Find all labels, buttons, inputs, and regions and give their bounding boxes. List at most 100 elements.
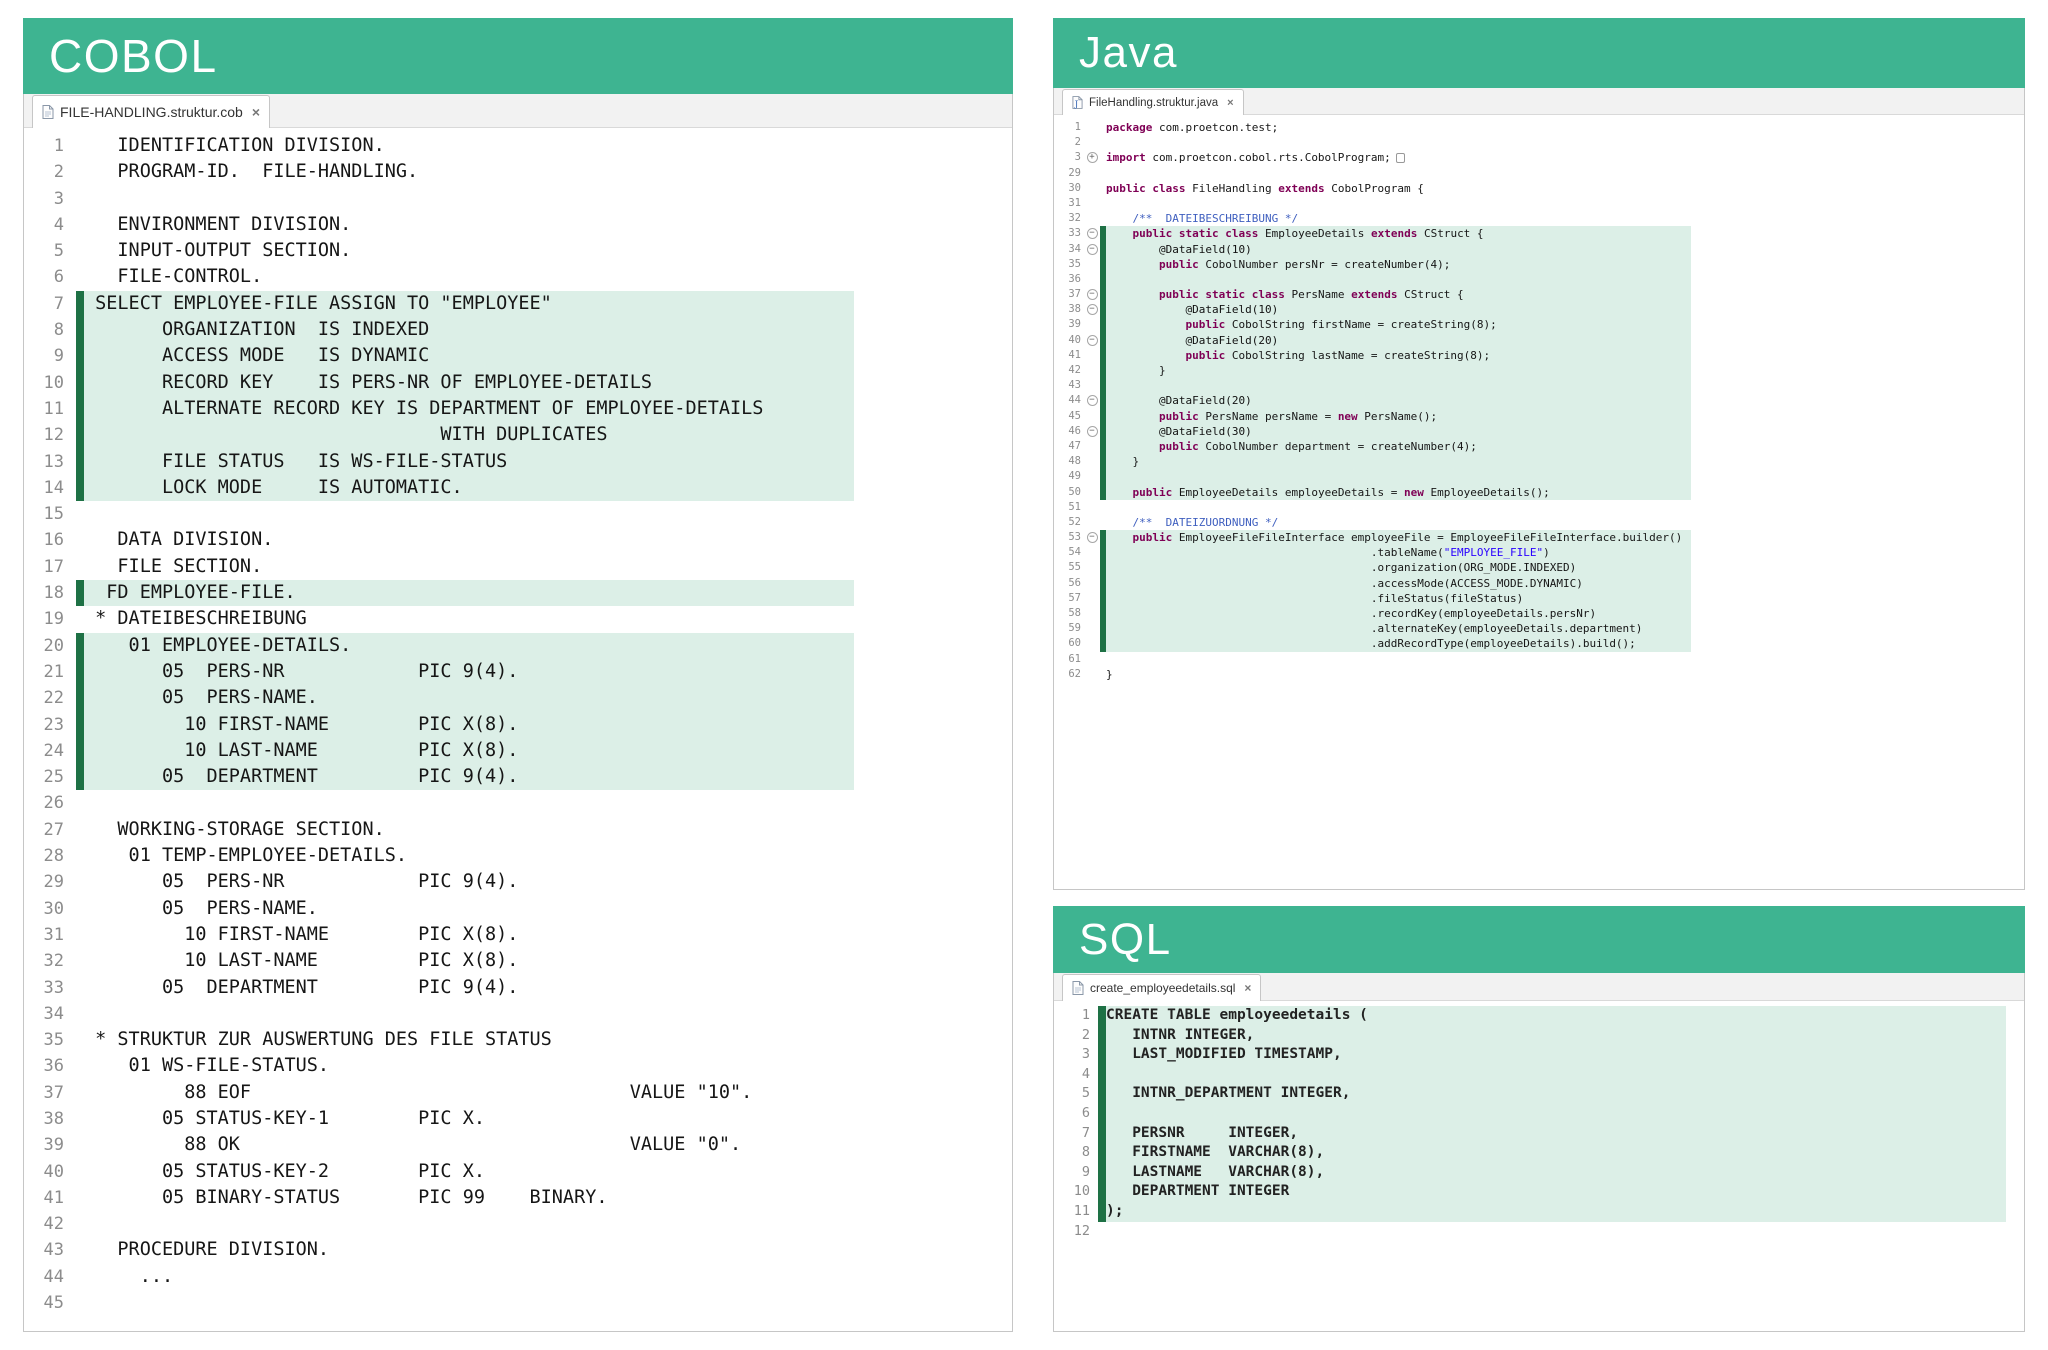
code-text: 05 PERS-NR PIC 9(4). — [84, 869, 518, 895]
code-text: .alternateKey(employeeDetails.department… — [1106, 621, 1691, 636]
code-text: PERSNR INTEGER, — [1106, 1124, 2006, 1144]
code-line: 3 — [24, 186, 1012, 212]
line-number: 50 — [1054, 485, 1084, 500]
line-number: 45 — [24, 1290, 76, 1316]
highlight-bar — [1100, 500, 1106, 515]
code-text: 88 OK VALUE "0". — [84, 1132, 741, 1158]
code-text: CREATE TABLE employeedetails ( — [1106, 1006, 2006, 1026]
cobol-editor-window: FILE-HANDLING.struktur.cob × 1 IDENTIFIC… — [23, 94, 1013, 1332]
fold-margin — [1084, 120, 1100, 135]
code-line: 23 10 FIRST-NAME PIC X(8). — [24, 712, 1012, 738]
code-line: 6 — [1054, 1104, 2024, 1124]
fold-margin — [1084, 469, 1100, 484]
line-number: 1 — [1054, 120, 1084, 135]
code-text: ENVIRONMENT DIVISION. — [84, 212, 351, 238]
cobol-tab-label: FILE-HANDLING.struktur.cob — [60, 104, 243, 120]
code-text: LOCK MODE IS AUTOMATIC. — [84, 475, 854, 501]
code-text: PROGRAM-ID. FILE-HANDLING. — [84, 159, 418, 185]
cobol-code-editor[interactable]: 1 IDENTIFICATION DIVISION.2 PROGRAM-ID. … — [24, 128, 1012, 1331]
fold-margin — [1084, 621, 1100, 636]
fold-expanded-icon[interactable]: − — [1087, 426, 1098, 437]
highlight-bar — [76, 659, 84, 685]
code-line: 16 DATA DIVISION. — [24, 527, 1012, 553]
code-text: 05 STATUS-KEY-1 PIC X. — [84, 1106, 485, 1132]
java-editor-tab[interactable]: J FileHandling.struktur.java × — [1062, 89, 1244, 115]
fold-margin — [1084, 378, 1100, 393]
java-code-editor[interactable]: 1package com.proetcon.test;23+import com… — [1054, 115, 2024, 889]
line-number: 31 — [24, 922, 76, 948]
close-icon[interactable]: × — [1227, 97, 1233, 109]
code-line: 51 — [1054, 500, 2024, 515]
highlight-bar — [76, 475, 84, 501]
line-number: 42 — [1054, 363, 1084, 378]
code-line: 33 05 DEPARTMENT PIC 9(4). — [24, 975, 1012, 1001]
sql-code-editor[interactable]: 1CREATE TABLE employeedetails (2 INTNR I… — [1054, 1001, 2024, 1331]
fold-expanded-icon[interactable]: − — [1087, 304, 1098, 315]
line-number: 8 — [1054, 1143, 1098, 1163]
java-panel-title: Java — [1079, 28, 1178, 78]
highlight-bar — [76, 501, 84, 527]
code-line: 41 public CobolString lastName = createS… — [1054, 348, 2024, 363]
fold-margin — [1084, 545, 1100, 560]
code-text: FD EMPLOYEE-FILE. — [84, 580, 854, 606]
line-number: 43 — [24, 1237, 76, 1263]
code-line: 35 * STRUKTUR ZUR AUSWERTUNG DES FILE ST… — [24, 1027, 1012, 1053]
fold-expanded-icon[interactable]: − — [1087, 289, 1098, 300]
code-line: 9 LASTNAME VARCHAR(8), — [1054, 1163, 2024, 1183]
line-number: 58 — [1054, 606, 1084, 621]
line-number: 34 — [24, 1001, 76, 1027]
cobol-editor-tab[interactable]: FILE-HANDLING.struktur.cob × — [32, 95, 270, 128]
line-number: 46 — [1054, 424, 1084, 439]
code-text: public PersName persName = new PersName(… — [1106, 409, 1691, 424]
code-line: 50 public EmployeeDetails employeeDetail… — [1054, 485, 2024, 500]
line-number: 32 — [24, 948, 76, 974]
line-number: 15 — [24, 501, 76, 527]
code-text: * DATEIBESCHREIBUNG — [84, 606, 307, 632]
highlight-bar — [76, 317, 84, 343]
code-line: 19 * DATEIBESCHREIBUNG — [24, 606, 1012, 632]
code-text: DATA DIVISION. — [84, 527, 273, 553]
fold-expanded-icon[interactable]: − — [1087, 395, 1098, 406]
fold-margin — [1084, 636, 1100, 651]
cobol-panel-title: COBOL — [49, 29, 218, 83]
close-icon[interactable]: × — [1244, 981, 1251, 995]
code-line: 26 — [24, 790, 1012, 816]
line-number: 49 — [1054, 469, 1084, 484]
line-number: 18 — [24, 580, 76, 606]
folded-region-icon[interactable] — [1396, 153, 1405, 163]
fold-collapsed-icon[interactable]: + — [1087, 152, 1098, 163]
code-text: public class FileHandling extends CobolP… — [1106, 181, 1424, 196]
fold-margin — [1084, 166, 1100, 181]
line-number: 3 — [1054, 1045, 1098, 1065]
fold-expanded-icon[interactable]: − — [1087, 244, 1098, 255]
fold-margin — [1084, 500, 1100, 515]
code-line: 7 PERSNR INTEGER, — [1054, 1124, 2024, 1144]
code-line: 20 01 EMPLOYEE-DETAILS. — [24, 633, 1012, 659]
fold-expanded-icon[interactable]: − — [1087, 335, 1098, 346]
fold-margin — [1084, 591, 1100, 606]
code-text: @DataField(10) — [1106, 302, 1691, 317]
highlight-bar — [76, 422, 84, 448]
code-text: ORGANIZATION IS INDEXED — [84, 317, 854, 343]
code-line: 14 LOCK MODE IS AUTOMATIC. — [24, 475, 1012, 501]
fold-margin — [1084, 515, 1100, 530]
line-number: 1 — [1054, 1006, 1098, 1026]
fold-expanded-icon[interactable]: − — [1087, 532, 1098, 543]
code-line: 13 FILE STATUS IS WS-FILE-STATUS — [24, 449, 1012, 475]
line-number: 60 — [1054, 636, 1084, 651]
code-text: DEPARTMENT INTEGER — [1106, 1182, 2006, 1202]
sql-editor-tab[interactable]: create_employeedetails.sql × — [1062, 974, 1261, 1001]
code-text: WORKING-STORAGE SECTION. — [84, 817, 385, 843]
code-text: 05 DEPARTMENT PIC 9(4). — [84, 764, 854, 790]
highlight-bar — [76, 1211, 84, 1237]
code-text: public CobolString lastName = createStri… — [1106, 348, 1691, 363]
close-icon[interactable]: × — [252, 104, 260, 120]
fold-expanded-icon[interactable]: − — [1087, 228, 1098, 239]
highlight-bar — [76, 291, 84, 317]
code-text: 05 BINARY-STATUS PIC 99 BINARY. — [84, 1185, 607, 1211]
line-number: 7 — [24, 291, 76, 317]
line-number: 42 — [24, 1211, 76, 1237]
code-line: 34 — [24, 1001, 1012, 1027]
code-text: package com.proetcon.test; — [1106, 120, 1278, 135]
code-line: 18 FD EMPLOYEE-FILE. — [24, 580, 1012, 606]
